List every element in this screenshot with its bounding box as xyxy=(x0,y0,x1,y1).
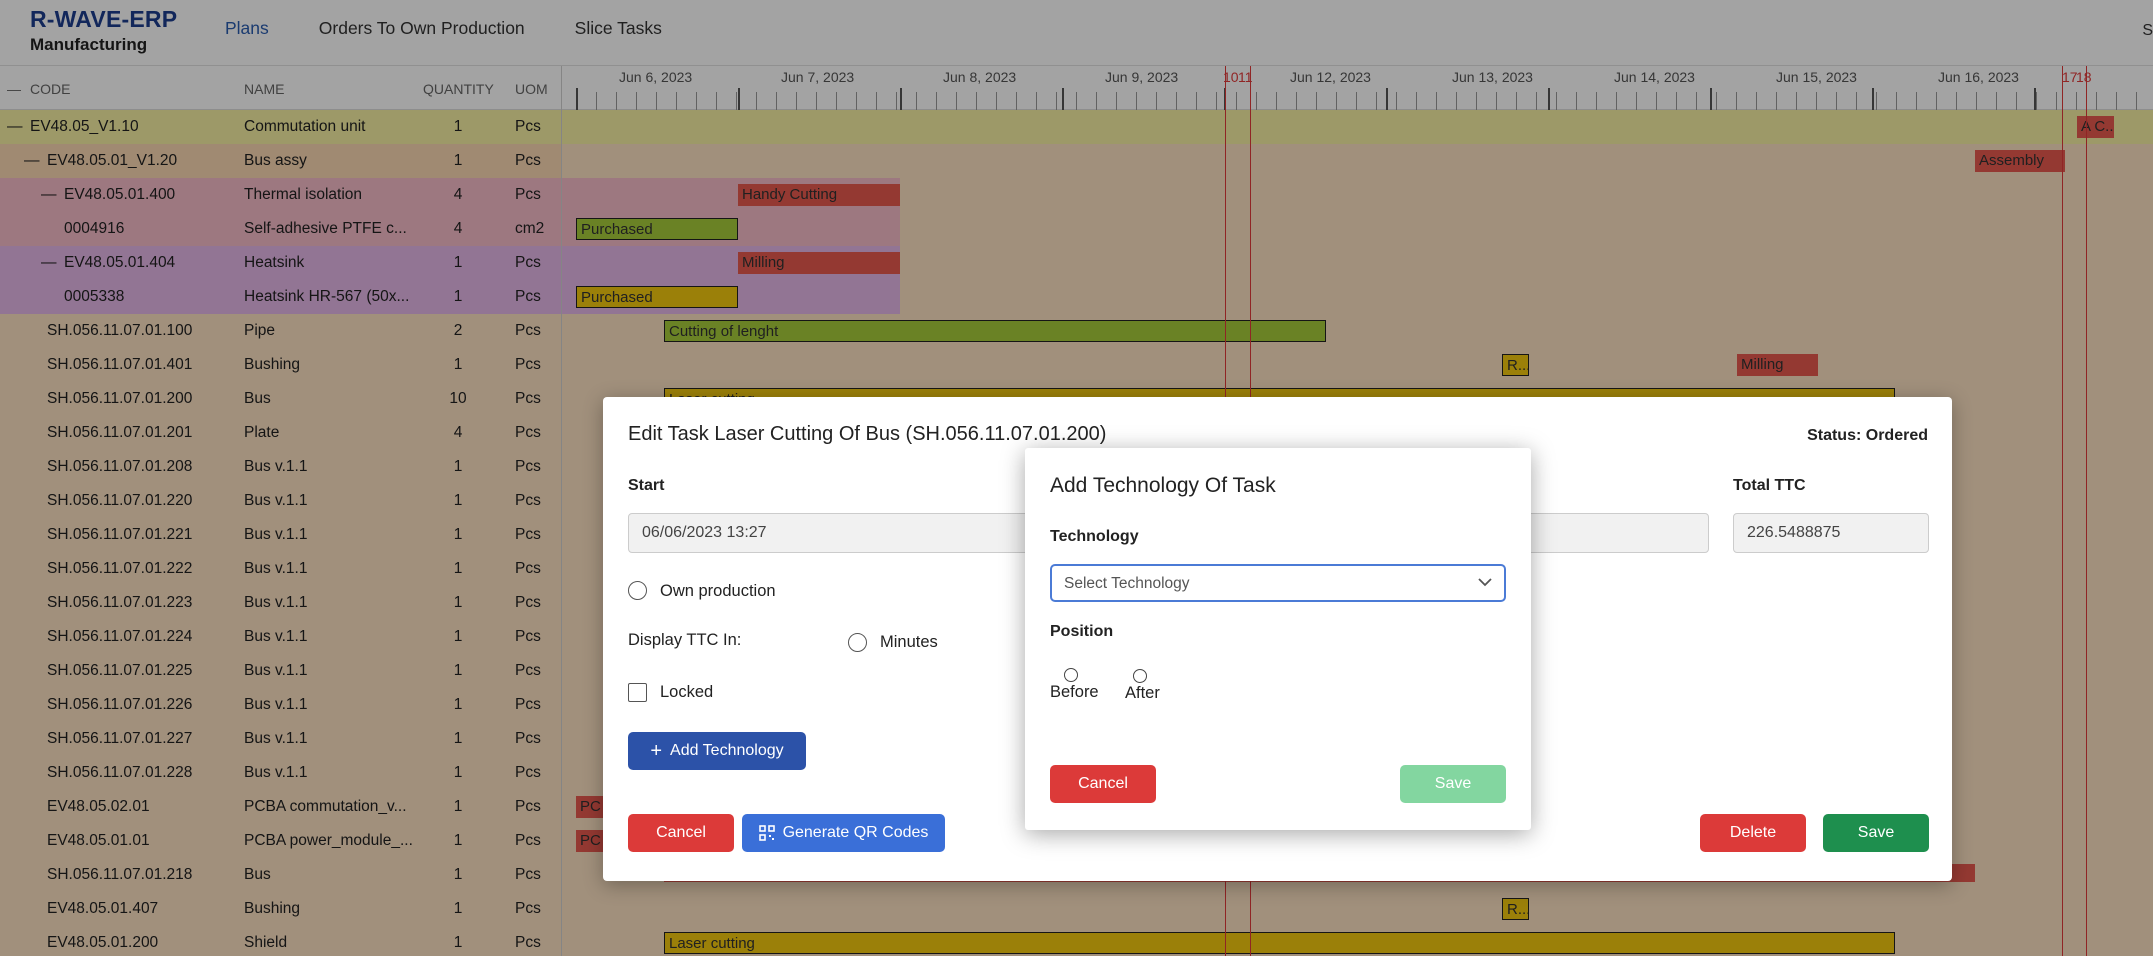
generate-qr-codes-label: Generate QR Codes xyxy=(782,824,929,841)
task-status: Status: Ordered xyxy=(1807,427,1928,444)
dialog-save-button[interactable]: Save xyxy=(1400,765,1506,803)
own-production-radio[interactable] xyxy=(628,581,647,600)
dialog-cancel-button[interactable]: Cancel xyxy=(1050,765,1156,803)
generate-qr-codes-button[interactable]: Generate QR Codes xyxy=(742,814,945,852)
add-technology-button[interactable]: + Add Technology xyxy=(628,732,806,770)
minutes-radio[interactable] xyxy=(848,633,867,652)
start-label: Start xyxy=(628,477,665,494)
total-ttc-field[interactable]: 226.5488875 xyxy=(1733,513,1929,553)
after-label: After xyxy=(1125,684,1160,702)
add-technology-label: Add Technology xyxy=(670,742,784,759)
locked-label: Locked xyxy=(660,683,714,701)
minutes-label: Minutes xyxy=(880,633,938,651)
plus-icon: + xyxy=(650,740,663,762)
total-ttc-label: Total TTC xyxy=(1733,477,1806,494)
edit-task-title: Edit Task Laser Cutting Of Bus (SH.056.1… xyxy=(628,423,1107,445)
add-technology-dialog: Add Technology Of Task Technology Select… xyxy=(1025,448,1531,830)
before-label: Before xyxy=(1050,683,1099,701)
technology-label: Technology xyxy=(1050,528,1139,545)
position-label: Position xyxy=(1050,623,1114,640)
before-radio[interactable] xyxy=(1064,668,1078,682)
technology-select[interactable]: Select Technology xyxy=(1050,564,1506,602)
delete-button[interactable]: Delete xyxy=(1700,814,1806,852)
own-production-label: Own production xyxy=(660,582,776,600)
chevron-down-icon xyxy=(1478,578,1492,587)
qr-code-icon xyxy=(758,825,775,841)
save-button[interactable]: Save xyxy=(1823,814,1929,852)
locked-checkbox[interactable] xyxy=(628,683,647,702)
add-technology-title: Add Technology Of Task xyxy=(1050,474,1276,497)
cancel-button[interactable]: Cancel xyxy=(628,814,734,852)
technology-placeholder: Select Technology xyxy=(1064,575,1190,592)
after-radio[interactable] xyxy=(1133,669,1147,683)
display-ttc-label: Display TTC In: xyxy=(628,631,742,649)
